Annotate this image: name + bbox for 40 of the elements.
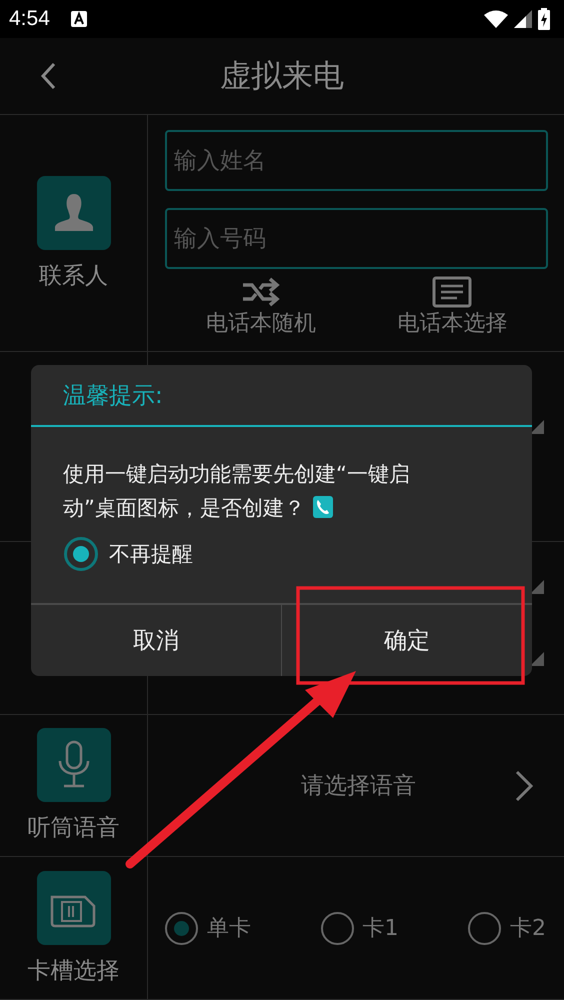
- shuffle-icon: [240, 276, 281, 308]
- voice-selector[interactable]: 请选择语音: [165, 770, 548, 802]
- battery-icon: [538, 8, 550, 30]
- sim-option[interactable]: 卡1: [320, 912, 398, 944]
- back-button[interactable]: [40, 62, 56, 90]
- dialog-button[interactable]: 取消: [31, 605, 281, 676]
- radio-button[interactable]: [64, 537, 98, 571]
- number-field[interactable]: 输入号码: [165, 208, 548, 269]
- phonebook-button[interactable]: 电话本选择: [397, 276, 508, 338]
- radio-button[interactable]: [165, 912, 198, 944]
- option-label: 单卡: [207, 915, 251, 943]
- phonebook-button[interactable]: 电话本随机: [206, 276, 316, 338]
- microphone-icon: [36, 728, 110, 802]
- option-label: 卡1: [362, 915, 398, 943]
- sim-option[interactable]: 单卡: [165, 912, 251, 944]
- sim-card-icon: [36, 870, 110, 944]
- option-label: 不再提醒: [109, 541, 193, 568]
- row-label: 听筒语音: [28, 814, 120, 843]
- contact-icon: [36, 176, 110, 250]
- signal-icon: [514, 10, 532, 28]
- keyboard-notification-icon: [70, 11, 87, 27]
- option-label: 卡2: [510, 915, 546, 943]
- remind-option[interactable]: 不再提醒: [64, 537, 193, 571]
- page-title: 虚拟来电: [220, 57, 344, 96]
- list-icon: [432, 276, 472, 308]
- dropdown-arrow-icon[interactable]: [530, 652, 544, 666]
- dropdown-arrow-icon[interactable]: [530, 580, 544, 594]
- radio-button[interactable]: [468, 912, 501, 944]
- wifi-icon: [484, 10, 508, 28]
- row-label: 卡槽选择: [28, 956, 120, 986]
- chevron-right-icon: [514, 770, 534, 802]
- status-time: 4:54: [9, 7, 50, 31]
- radio-button[interactable]: [320, 912, 354, 944]
- phone-icon: [312, 496, 333, 518]
- sim-option[interactable]: 卡2: [468, 912, 546, 944]
- dialog-title: 温馨提示:: [31, 365, 532, 427]
- dialog-message: 使用一键启动功能需要先创建“一键启动”桌面图标，是否创建？: [63, 461, 411, 522]
- row-label: 联系人: [39, 262, 108, 290]
- name-field[interactable]: 输入姓名: [165, 130, 548, 191]
- dropdown-arrow-icon[interactable]: [530, 420, 544, 434]
